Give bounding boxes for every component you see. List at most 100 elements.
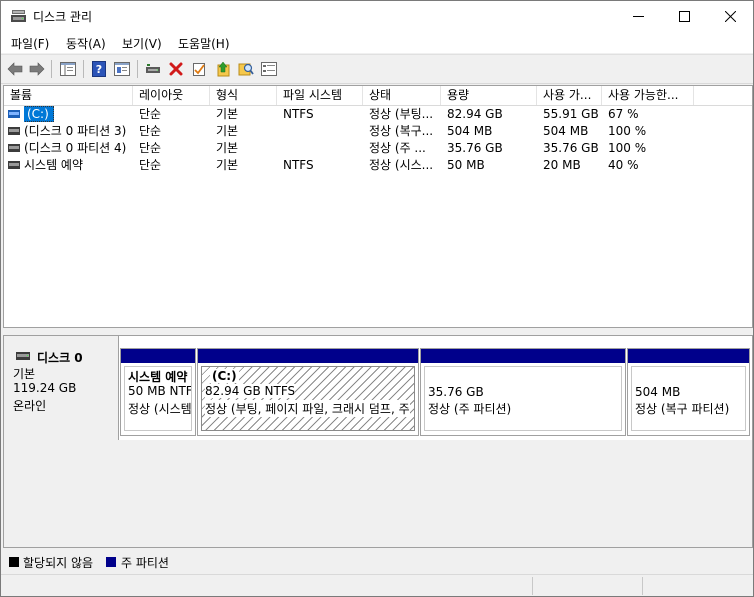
volume-list[interactable]: 볼륨 레이아웃 형식 파일 시스템 상태 용량 사용 가... 사용 가능한..… [3, 85, 753, 328]
menu-view[interactable]: 보기(V) [122, 35, 162, 52]
legend-primary-label: 주 파티션 [121, 556, 169, 570]
disk-info-panel[interactable]: 디스크 0 기본 119.24 GB 온라인 [4, 336, 119, 441]
up-folder-icon [217, 61, 230, 77]
capacity-cell: 35.76 GB [447, 141, 503, 155]
title-bar[interactable]: 디스크 관리 [1, 1, 753, 31]
disk-name: 디스크 0 [37, 351, 83, 365]
percent-free-cell: 67 % [608, 107, 639, 121]
disk-type: 기본 [13, 367, 36, 381]
volume-name: 시스템 예약 [24, 158, 84, 172]
primary-partition-bar [121, 349, 195, 363]
partition-status: 정상 (부팅, 페이지 파일, 크래시 덤프, 주 [205, 400, 410, 417]
volume-name[interactable]: (C:) [24, 106, 54, 122]
up-folder-button[interactable] [214, 60, 232, 78]
capacity-cell: 504 MB [447, 124, 493, 138]
disk-state: 온라인 [13, 399, 47, 413]
column-header-volume[interactable]: 볼륨 [4, 86, 133, 105]
column-header-layout[interactable]: 레이아웃 [133, 86, 210, 105]
volume-name: (디스크 0 파티션 3) [24, 124, 127, 138]
rescan-disks-button[interactable] [144, 60, 162, 78]
disk-list-icon [261, 62, 277, 76]
properties-button[interactable] [190, 60, 208, 78]
partition-disk0-part4[interactable]: 35.76 GB 정상 (주 파티션) [420, 348, 626, 436]
column-header-type[interactable]: 형식 [210, 86, 277, 105]
selected-partition-hatch: (C:) 82.94 GB NTFS 정상 (부팅, 페이지 파일, 크래시 덤… [201, 366, 415, 431]
type-cell: 기본 [216, 141, 239, 155]
primary-partition-swatch [106, 557, 116, 567]
disk-management-app-icon [11, 10, 26, 22]
disk-map-empty-area [4, 440, 752, 547]
table-row[interactable]: (C:) 단순 기본 NTFS 정상 (부팅... 82.94 GB 55.91… [4, 106, 752, 123]
percent-free-cell: 100 % [608, 141, 647, 155]
volume-icon [8, 110, 20, 118]
menu-file[interactable]: 파일(F) [11, 35, 49, 52]
partition-size: 504 MB [635, 385, 681, 399]
properties-check-icon [193, 62, 205, 76]
primary-partition-bar [198, 349, 418, 363]
capacity-cell: 82.94 GB [447, 107, 503, 121]
close-button[interactable] [707, 1, 753, 31]
table-row[interactable]: 시스템 예약 단순 기본 NTFS 정상 (시스... 50 MB 20 MB … [4, 157, 752, 174]
partition-system-reserved[interactable]: 시스템 예약 50 MB NTFS 정상 (시스템 [120, 348, 196, 436]
partition-size: 50 MB NTFS [128, 384, 192, 398]
column-header-status[interactable]: 상태 [363, 86, 441, 105]
partition-disk0-part3[interactable]: 504 MB 정상 (복구 파티션) [627, 348, 750, 436]
delete-button[interactable] [167, 60, 185, 78]
maximize-icon [678, 10, 690, 22]
menu-help[interactable]: 도움말(H) [178, 35, 230, 52]
column-header-percent-free[interactable]: 사용 가능한... [602, 86, 694, 105]
status-cell: 정상 (부팅... [369, 107, 434, 121]
help-topics-icon [114, 62, 130, 76]
forward-arrow-icon [29, 62, 45, 76]
free-space-cell: 504 MB [543, 124, 589, 138]
help-button[interactable]: ? [90, 60, 108, 78]
layout-cell: 단순 [139, 141, 162, 155]
search-folder-button[interactable] [237, 60, 255, 78]
toolbar-separator [137, 60, 138, 78]
volume-icon [8, 161, 20, 169]
layout-cell: 단순 [139, 158, 162, 172]
partition-status: 정상 (주 파티션) [428, 402, 512, 416]
status-divider [642, 577, 643, 595]
layout-cell: 단순 [139, 107, 162, 121]
status-bar [1, 574, 753, 596]
toolbar-separator [51, 60, 52, 78]
console-tree-button[interactable] [59, 60, 77, 78]
column-header-free-space[interactable]: 사용 가... [537, 86, 602, 105]
table-row[interactable]: (디스크 0 파티션 3) 단순 기본 정상 (복구... 504 MB 504… [4, 123, 752, 140]
menu-bar: 파일(F) 동작(A) 보기(V) 도움말(H) [1, 31, 753, 53]
status-cell: 정상 (시스... [369, 158, 434, 172]
type-cell: 기본 [216, 107, 239, 121]
disk-map-pane[interactable]: 디스크 0 기본 119.24 GB 온라인 시스템 예약 50 MB NTFS… [3, 335, 753, 548]
maximize-button[interactable] [661, 1, 707, 31]
percent-free-cell: 100 % [608, 124, 647, 138]
close-icon [724, 10, 736, 22]
help-topics-button[interactable] [113, 60, 131, 78]
free-space-cell: 55.91 GB [543, 107, 599, 121]
file-system-cell: NTFS [283, 107, 314, 121]
back-button[interactable] [6, 60, 24, 78]
partition-status: 정상 (시스템 [128, 402, 192, 416]
column-header-capacity[interactable]: 용량 [441, 86, 537, 105]
file-system-cell [283, 140, 363, 157]
column-header-file-system[interactable]: 파일 시스템 [277, 86, 363, 105]
delete-icon [169, 62, 183, 76]
minimize-button[interactable] [615, 1, 661, 31]
disk-size: 119.24 GB [13, 381, 77, 395]
partition-size: 35.76 GB [428, 385, 484, 399]
file-system-cell [283, 123, 363, 140]
partition-status: 정상 (복구 파티션) [635, 402, 730, 416]
forward-button[interactable] [28, 60, 46, 78]
partition-c-drive[interactable]: (C:) 82.94 GB NTFS 정상 (부팅, 페이지 파일, 크래시 덤… [197, 348, 419, 436]
search-folder-icon [238, 63, 254, 76]
status-cell: 정상 (주 ... [369, 141, 426, 155]
primary-partition-bar [628, 349, 749, 363]
disk-management-window: 디스크 관리 파일(F) 동작(A) 보기(V) 도움말(H) ? 볼륨 레이아… [0, 0, 754, 597]
back-arrow-icon [7, 62, 23, 76]
volume-name: (디스크 0 파티션 4) [24, 141, 127, 155]
table-row[interactable]: (디스크 0 파티션 4) 단순 기본 정상 (주 ... 35.76 GB 3… [4, 140, 752, 157]
status-cell: 정상 (복구... [369, 124, 434, 138]
minimize-icon [632, 15, 644, 17]
disk-list-button[interactable] [260, 60, 278, 78]
menu-action[interactable]: 동작(A) [66, 35, 106, 52]
